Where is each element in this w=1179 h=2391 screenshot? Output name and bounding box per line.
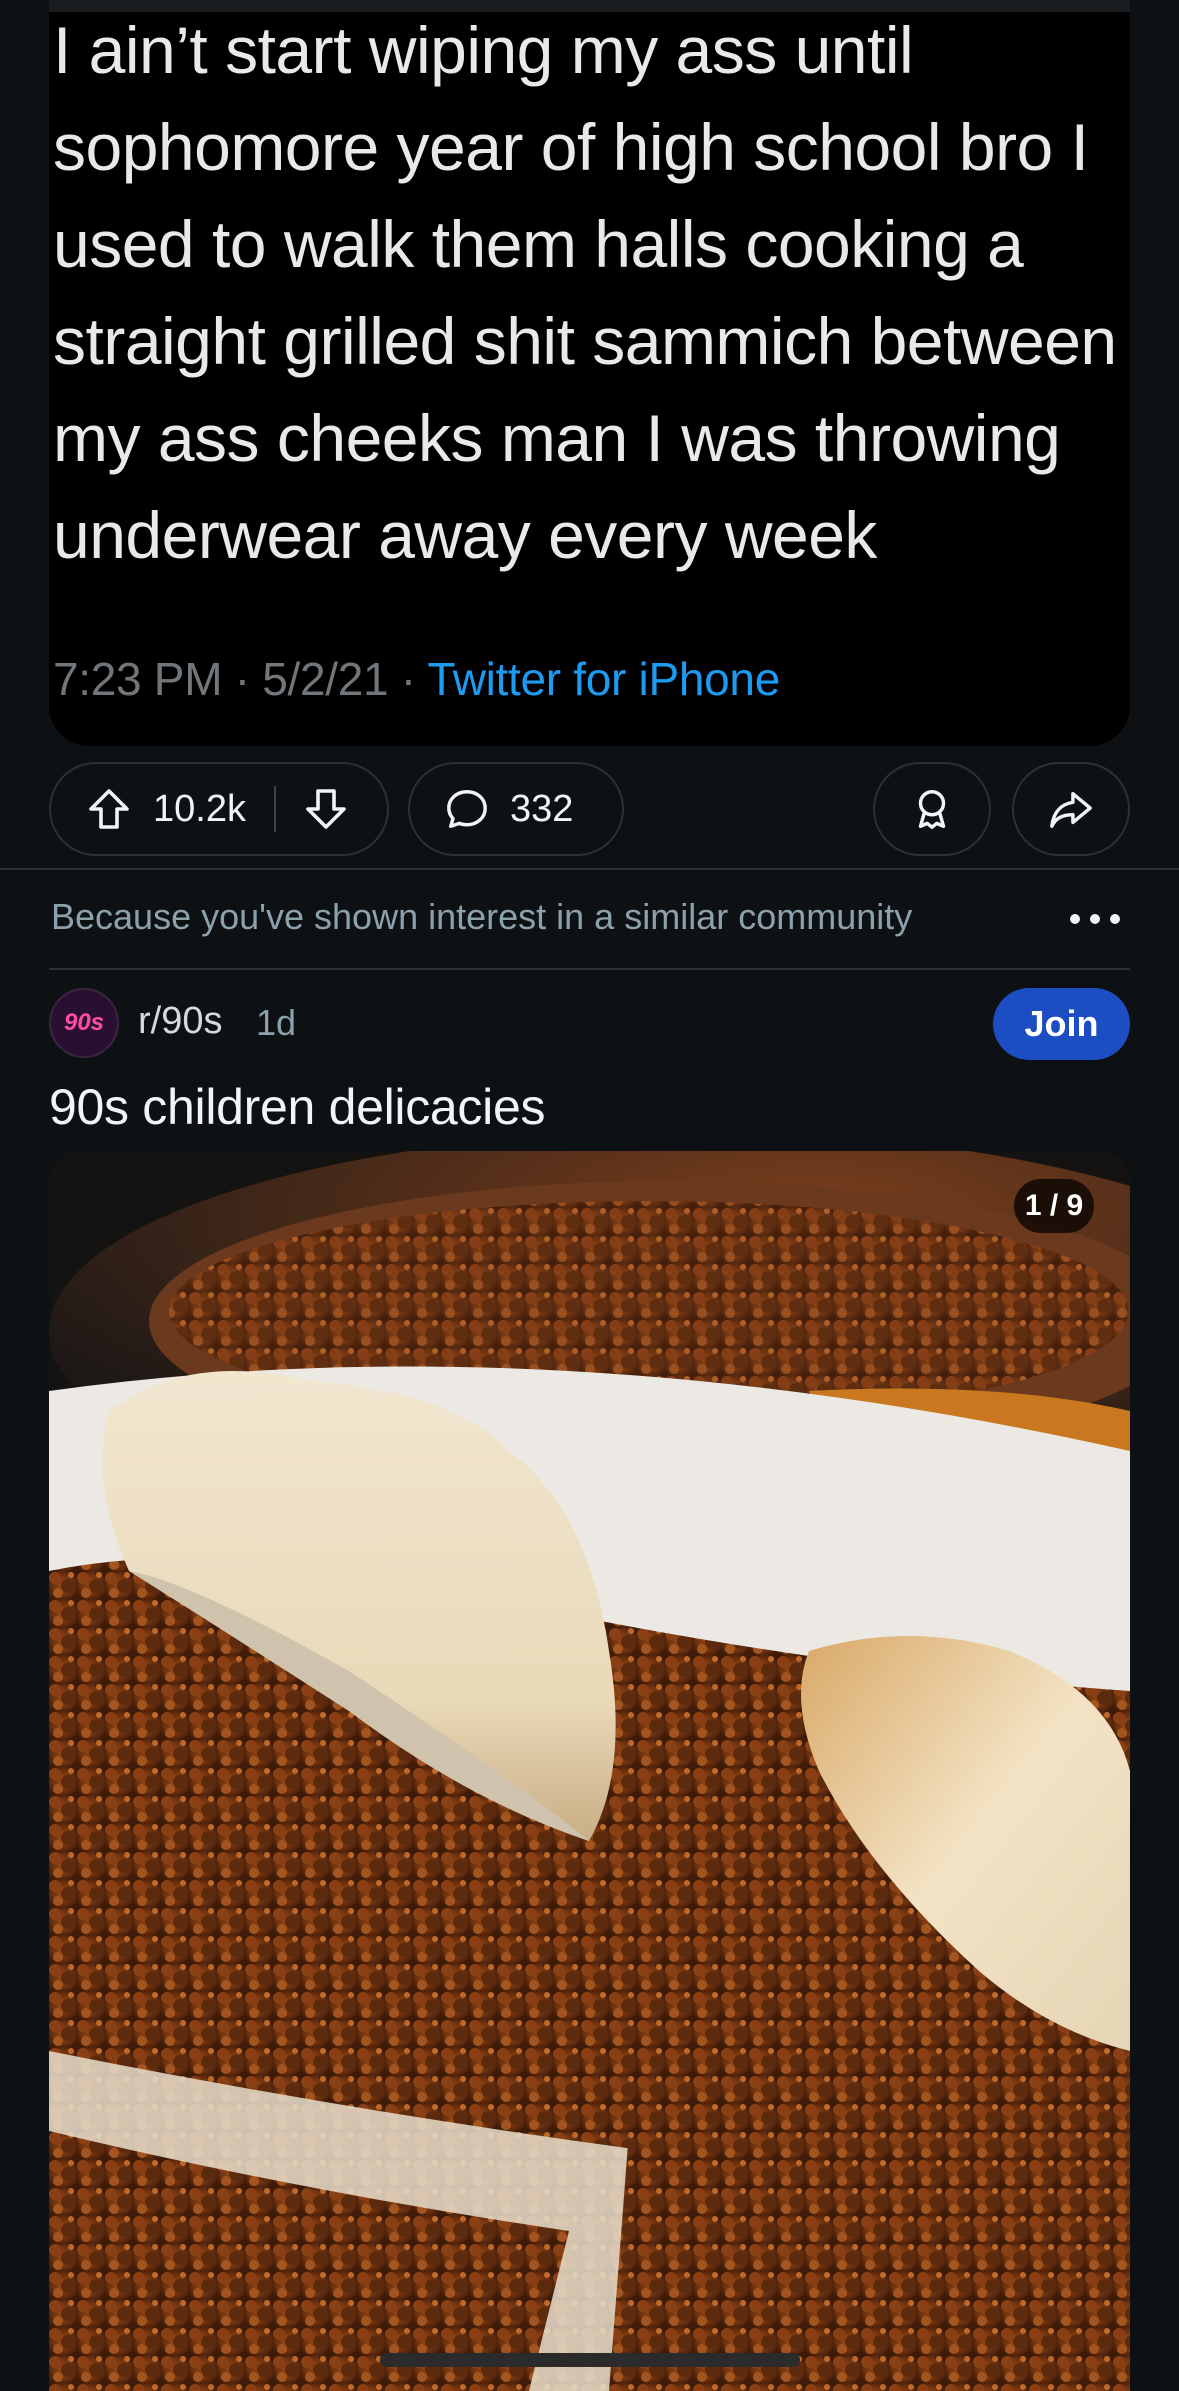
join-button[interactable]: Join (993, 988, 1130, 1060)
post-action-bar: 10.2k 332 (49, 762, 1130, 856)
sloppy-joe-photo (49, 1151, 1130, 2391)
tweet-line: sophomore year of high school bro I (53, 110, 1089, 184)
tweet-screenshot-card[interactable]: I ain’t start wiping my ass until sophom… (49, 0, 1130, 746)
share-icon (1048, 786, 1094, 832)
post-age: 1d (256, 1002, 297, 1043)
recommendation-reason: Because you've shown interest in a simil… (51, 896, 913, 937)
post-divider (0, 868, 1179, 870)
tweet-line: underwear away every week (53, 498, 877, 572)
tweet-line: my ass cheeks man I was throwing (53, 401, 1061, 475)
tweet-line: straight grilled shit sammich between (53, 304, 1117, 378)
tweet-line: used to walk them halls cooking a (53, 207, 1024, 281)
tweet-time: 7:23 PM · 5/2/21 · (53, 653, 428, 705)
more-options-button[interactable] (1070, 901, 1120, 937)
image-counter: 1 / 9 (1014, 1179, 1094, 1233)
tweet-meta: 7:23 PM · 5/2/21 · Twitter for iPhone (53, 652, 780, 706)
share-button[interactable] (1012, 762, 1130, 856)
subreddit-name[interactable]: r/90s (138, 1000, 222, 1043)
subreddit-logo: 90s (63, 1009, 105, 1036)
post-title[interactable]: 90s children delicacies (49, 1078, 545, 1136)
comment-icon (444, 786, 490, 832)
dot (1110, 914, 1120, 924)
award-icon (909, 786, 955, 832)
dot (1070, 914, 1080, 924)
award-button[interactable] (873, 762, 991, 856)
home-indicator[interactable] (380, 2353, 800, 2367)
dot (1090, 914, 1100, 924)
comments-button[interactable]: 332 (408, 762, 624, 856)
vote-divider (273, 786, 276, 832)
tweet-line: I ain’t start wiping my ass until (53, 13, 914, 87)
downvote-icon[interactable] (302, 785, 350, 833)
recommendation-divider (49, 968, 1130, 970)
tweet-app: Twitter for iPhone (427, 653, 780, 705)
upvote-icon[interactable] (85, 785, 133, 833)
subreddit-avatar[interactable]: 90s (49, 988, 119, 1058)
tweet-text: I ain’t start wiping my ass until sophom… (53, 2, 1130, 584)
post-image[interactable]: 1 / 9 (49, 1151, 1130, 2391)
comment-count: 332 (510, 787, 574, 830)
upvote-count: 10.2k (153, 787, 246, 830)
vote-control: 10.2k (49, 762, 389, 856)
